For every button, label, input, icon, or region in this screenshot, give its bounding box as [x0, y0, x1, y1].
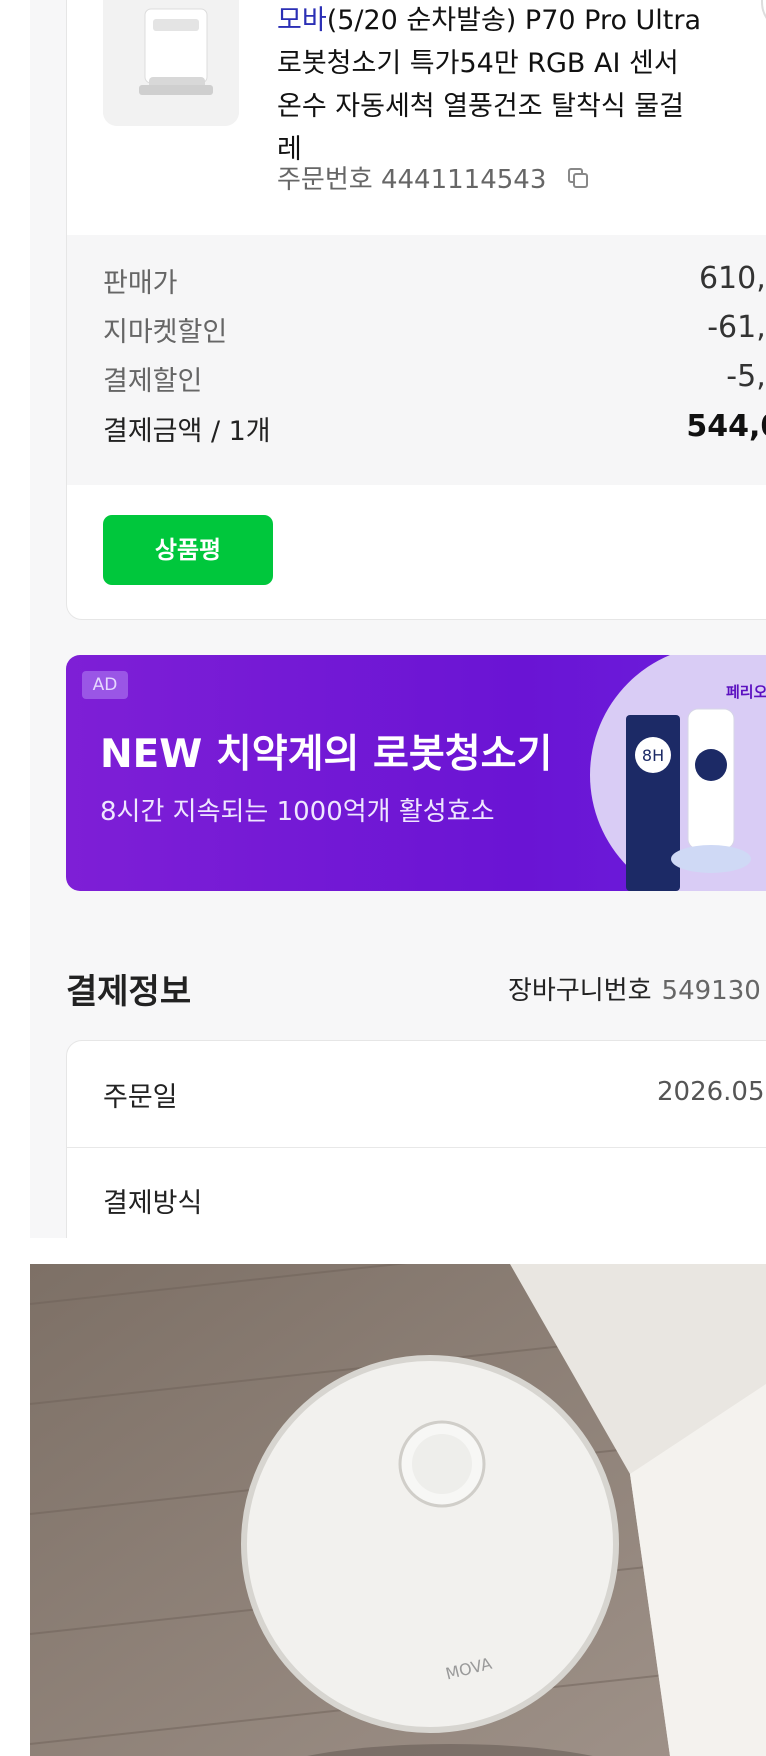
- product-thumbnail[interactable]: [103, 0, 239, 126]
- price-label: 지마켓할인: [103, 317, 228, 348]
- svg-text:8H: 8H: [642, 746, 664, 765]
- toothpaste-image: 8H: [626, 708, 751, 891]
- cart-number-value: 549130: [661, 976, 761, 1006]
- payment-method-row: 결제방식: [67, 1147, 766, 1238]
- order-date-label: 주문일: [103, 1082, 178, 1113]
- ad-subtitle: 8시간 지속되는 1000억개 활성효소: [100, 797, 495, 827]
- price-row-payment-discount: 결제할인 -5,000: [103, 359, 766, 399]
- review-button[interactable]: 상품평: [103, 515, 273, 585]
- order-date-value: 2026.05.: [657, 1077, 766, 1107]
- price-row-gmarket-discount: 지마켓할인 -61,000: [103, 310, 766, 350]
- add-to-cart-button[interactable]: [761, 0, 766, 33]
- ad-badge: AD: [82, 671, 128, 699]
- price-value: -61,000: [707, 310, 766, 345]
- price-label: 판매가: [103, 268, 178, 299]
- price-row-total: 결제금액 / 1개 544,000: [103, 409, 766, 449]
- price-label: 결제할인: [103, 366, 203, 397]
- product-title[interactable]: 모바(5/20 순차발송) P70 Pro Ultra 로봇청소기 특가54만 …: [277, 0, 707, 171]
- payment-method-label: 결제방식: [103, 1188, 203, 1219]
- price-value: 610,000: [698, 261, 766, 296]
- ad-banner[interactable]: AD NEW 치약계의 로봇청소기 8시간 지속되는 1000억개 활성효소 8…: [66, 655, 766, 891]
- order-number: 주문번호 4441114543: [277, 159, 589, 196]
- payment-section-title: 결제정보: [66, 972, 192, 1012]
- price-breakdown: 판매가 610,000 지마켓할인 -61,000 결제할인 -5,000 결제…: [67, 235, 766, 485]
- order-number-label: 주문번호: [277, 165, 373, 195]
- price-value: 544,000: [686, 409, 766, 444]
- product-name[interactable]: (5/20 순차발송) P70 Pro Ultra 로봇청소기 특가54만 RG…: [277, 5, 701, 165]
- price-value: -5,000: [726, 359, 766, 394]
- order-item-card: 모바(5/20 순차발송) P70 Pro Ultra 로봇청소기 특가54만 …: [66, 0, 766, 620]
- brand-name[interactable]: 모바: [277, 5, 327, 36]
- ad-title: NEW 치약계의 로봇청소기: [100, 732, 553, 777]
- order-detail-screenshot: 모바(5/20 순차발송) P70 Pro Ultra 로봇청소기 특가54만 …: [30, 0, 766, 1238]
- cart-number-label: 장바구니번호: [508, 976, 652, 1006]
- price-row-sale: 판매가 610,000: [103, 261, 766, 301]
- ad-brand: 페리오|PER: [726, 683, 766, 701]
- price-label: 결제금액 / 1개: [103, 416, 271, 447]
- copy-icon[interactable]: [567, 166, 589, 196]
- robot-vacuum-photo: MOVA: [30, 1264, 766, 1756]
- order-date-row: 주문일 2026.05.: [67, 1041, 766, 1148]
- cart-number: 장바구니번호 549130: [508, 970, 761, 1007]
- payment-info-card: 주문일 2026.05. 결제방식: [66, 1040, 766, 1238]
- order-number-value: 4441114543: [380, 165, 547, 195]
